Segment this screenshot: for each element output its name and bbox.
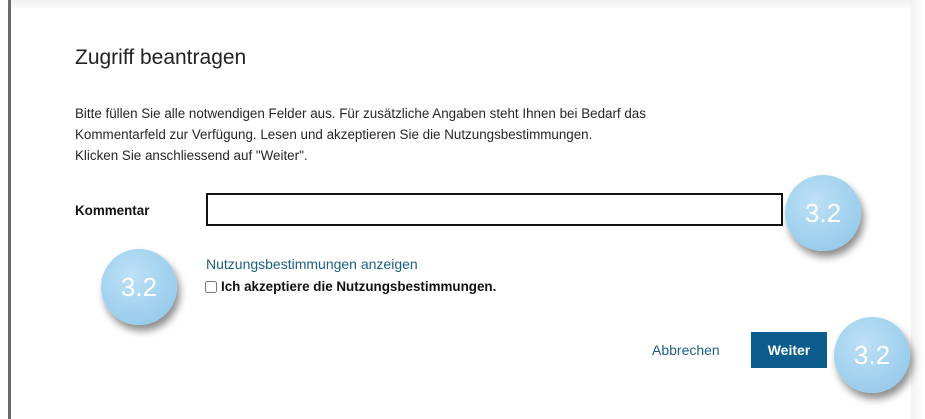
accept-terms-row[interactable]: Ich akzeptiere die Nutzungsbestimmungen. — [205, 279, 496, 294]
comment-label: Kommentar — [75, 203, 150, 218]
instructions-line-3: Klicken Sie anschliessend auf "Weiter". — [75, 148, 308, 163]
window-top-border — [11, 0, 911, 8]
window-left-border — [8, 0, 11, 419]
cancel-link[interactable]: Abbrechen — [652, 342, 720, 358]
request-access-page: Zugriff beantragen Bitte füllen Sie alle… — [0, 0, 925, 419]
accept-terms-checkbox[interactable] — [205, 280, 217, 293]
instructions-line-2: Kommentarfeld zur Verfügung. Lesen und a… — [75, 127, 593, 142]
comment-input[interactable] — [206, 193, 783, 226]
step-badge-comment: 3.2 — [785, 175, 861, 251]
dialog-title: Zugriff beantragen — [75, 46, 247, 69]
instructions-line-1: Bitte füllen Sie alle notwendigen Felder… — [75, 106, 646, 121]
instructions-text: Bitte füllen Sie alle notwendigen Felder… — [75, 103, 835, 166]
next-button[interactable]: Weiter — [751, 332, 827, 368]
show-terms-link[interactable]: Nutzungsbestimmungen anzeigen — [206, 256, 418, 272]
accept-terms-label[interactable]: Ich akzeptiere die Nutzungsbestimmungen. — [221, 279, 496, 294]
step-badge-terms: 3.2 — [101, 249, 177, 325]
step-badge-next: 3.2 — [834, 317, 910, 393]
window-right-border — [911, 0, 925, 419]
